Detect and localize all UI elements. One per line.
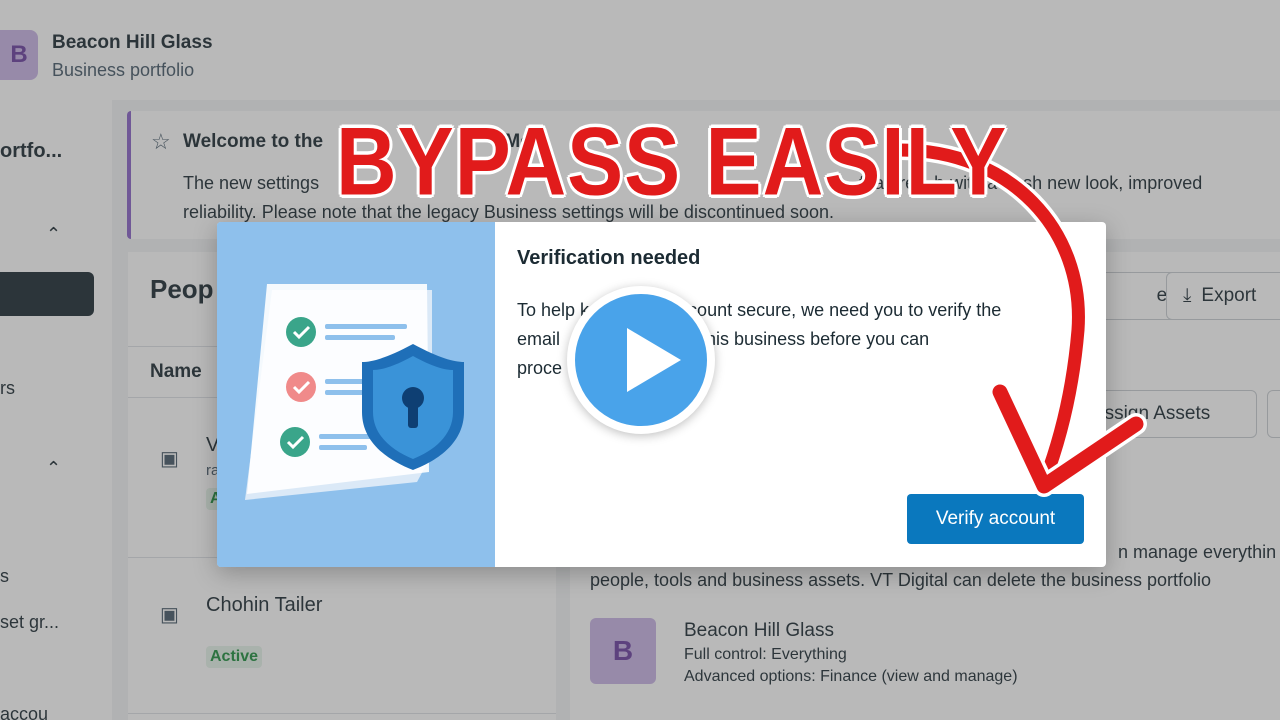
thumbnail-headline: BYPASS EASILY — [336, 107, 1008, 216]
play-button[interactable] — [567, 286, 715, 434]
play-icon — [627, 328, 681, 392]
